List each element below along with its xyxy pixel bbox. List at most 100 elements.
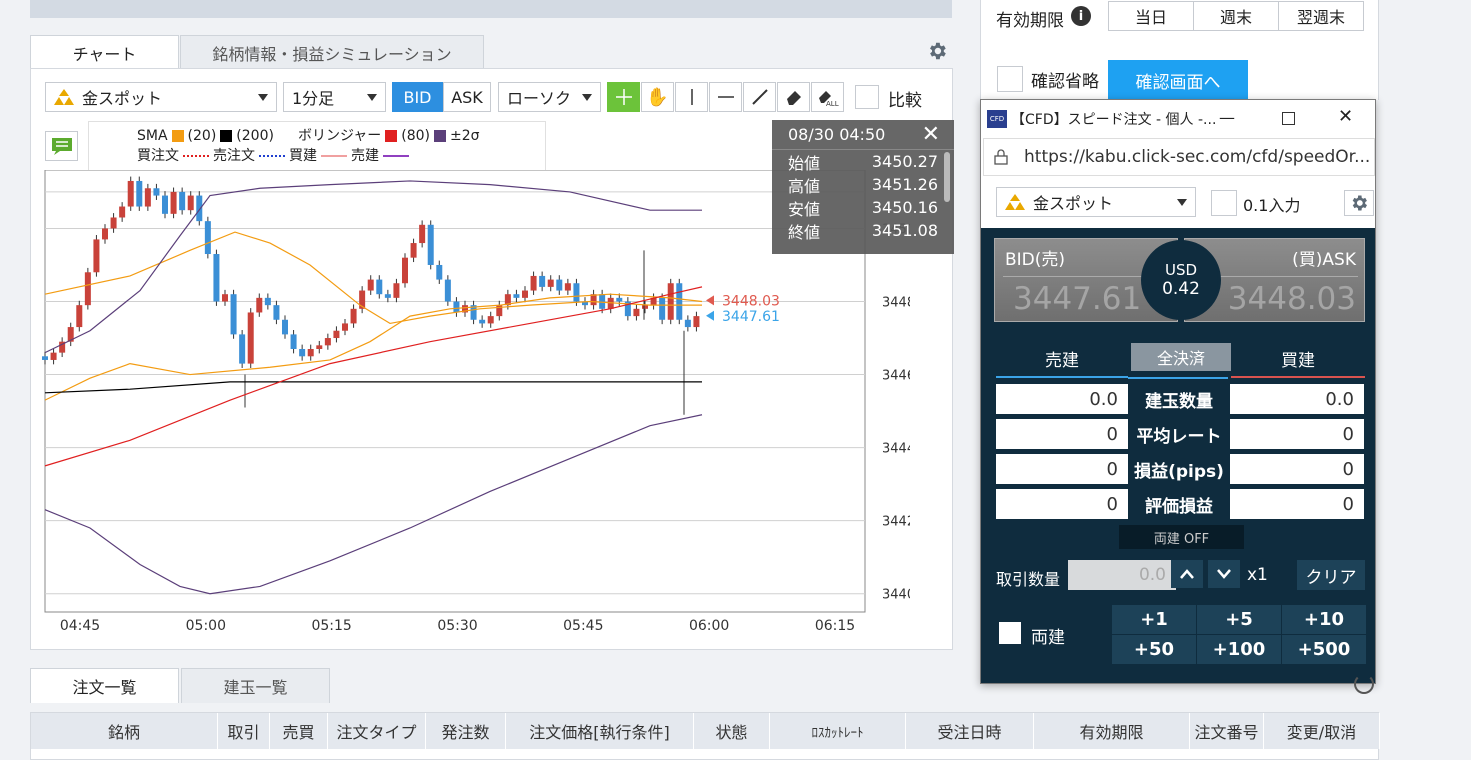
order-table: 銘柄 取引 売買 注文タイプ 発注数 注文価格[執行条件] 状態 ﾛｽｶｯﾄﾚｰﾄ 受注日時 有効… xyxy=(30,712,1380,760)
column-header[interactable]: 発注数 xyxy=(426,713,506,749)
quick-add-button[interactable]: +10 xyxy=(1281,604,1367,635)
symbol-select[interactable]: 金スポット xyxy=(45,82,277,112)
tab-position-list[interactable]: 建玉一覧 xyxy=(181,668,330,703)
input-01-checkbox[interactable] xyxy=(1211,190,1237,216)
erase-all-button[interactable]: ALL xyxy=(811,82,844,112)
candle-body xyxy=(264,297,271,306)
url-text: https://kabu.click-sec.com/cfd/speedOr..… xyxy=(1024,147,1371,167)
column-header[interactable]: 注文タイプ xyxy=(328,713,426,749)
quick-add-button[interactable]: +5 xyxy=(1196,604,1282,635)
high-value: 3451.26 xyxy=(871,175,938,194)
refresh-icon[interactable] xyxy=(1354,674,1374,694)
close-all-button[interactable]: 全決済 xyxy=(1131,343,1231,371)
maximize-icon[interactable] xyxy=(1282,112,1295,125)
chart-type-select[interactable]: ローソク xyxy=(498,82,601,112)
tab-symbol-info[interactable]: 銘柄情報・損益シミュレーション xyxy=(180,35,484,70)
clear-button[interactable]: クリア xyxy=(1297,560,1365,590)
candle-body xyxy=(307,348,314,357)
candle-body xyxy=(659,297,666,320)
quantity-up-button[interactable] xyxy=(1171,560,1203,588)
eraser-button[interactable] xyxy=(777,82,810,112)
close-icon[interactable]: ✕ xyxy=(922,122,940,147)
cfd-app-icon: CFD xyxy=(987,110,1007,128)
skip-confirm-checkbox[interactable] xyxy=(997,66,1023,92)
quick-add-button[interactable]: +500 xyxy=(1281,634,1367,665)
column-header[interactable]: 受注日時 xyxy=(906,713,1034,749)
tab-sell-position[interactable]: 売建 xyxy=(996,340,1128,378)
ask-price-label: 3448.03 xyxy=(722,293,780,309)
popup-symbol-select[interactable]: 金スポット xyxy=(996,187,1196,217)
candle-body xyxy=(453,301,460,313)
tab-chart[interactable]: チャート xyxy=(30,35,179,70)
minimize-icon[interactable]: — xyxy=(1219,108,1235,127)
legend-sma-long: (200) xyxy=(236,128,274,144)
quantity-down-button[interactable] xyxy=(1208,560,1240,588)
hedge-label: 両建 xyxy=(1031,628,1065,648)
column-header[interactable]: 変更/取消 xyxy=(1264,713,1380,749)
low-label: 安値 xyxy=(788,199,821,219)
column-header[interactable]: 注文価格[執行条件] xyxy=(506,713,694,749)
confirm-screen-button[interactable]: 確認画面へ xyxy=(1108,60,1248,100)
candle-body xyxy=(427,224,434,265)
quick-add-button[interactable]: +1 xyxy=(1111,604,1197,635)
x-tick-label: 06:15 xyxy=(815,618,855,634)
window-titlebar: CFD 【CFD】スピード注文 - 個人 -... — ✕ xyxy=(981,100,1375,138)
column-header[interactable]: 注文番号 xyxy=(1190,713,1264,749)
quantity-label: 取引数量 xyxy=(996,570,1061,589)
candle-body xyxy=(273,305,280,320)
candle-body xyxy=(479,319,486,324)
compare-checkbox[interactable] xyxy=(855,85,879,109)
tab-order-list[interactable]: 注文一覧 xyxy=(30,668,179,703)
expiry-next-weekend-button[interactable]: 翌週末 xyxy=(1278,1,1364,31)
column-header[interactable]: 状態 xyxy=(694,713,770,749)
timeframe-select[interactable]: 1分足 xyxy=(283,82,386,112)
popup-settings-button[interactable] xyxy=(1344,190,1374,216)
candle-body xyxy=(119,206,126,218)
row-label: 建玉数量 xyxy=(1145,391,1213,412)
candle-body xyxy=(42,356,48,360)
candle-body xyxy=(127,180,134,207)
comment-button[interactable] xyxy=(45,131,78,161)
vertical-line-button[interactable] xyxy=(675,82,708,112)
hand-tool-button[interactable]: ✋ xyxy=(641,82,674,112)
spread-value: 0.42 xyxy=(1162,279,1200,299)
close-window-icon[interactable]: ✕ xyxy=(1338,106,1353,127)
trend-line-button[interactable] xyxy=(743,82,776,112)
tooltip-scrollbar[interactable] xyxy=(944,152,950,202)
sell-quantity: 0.0 xyxy=(996,384,1128,414)
expiry-weekend-button[interactable]: 週末 xyxy=(1193,1,1279,31)
gear-icon[interactable] xyxy=(926,40,948,62)
y-tick-label: 3444.00 xyxy=(882,442,910,457)
quantity-input[interactable]: 0.0 xyxy=(1068,560,1176,590)
row-label: 損益(pips) xyxy=(1134,461,1224,482)
ask-button[interactable]: ASK xyxy=(443,82,491,112)
quick-add-button[interactable]: +100 xyxy=(1196,634,1282,665)
hedge-checkbox[interactable] xyxy=(999,622,1021,644)
quick-add-button[interactable]: +50 xyxy=(1111,634,1197,665)
column-header[interactable]: 有効期限 xyxy=(1034,713,1190,749)
horizontal-line-button[interactable] xyxy=(709,82,742,112)
crosshair-tool-button[interactable] xyxy=(607,82,640,112)
expiry-today-button[interactable]: 当日 xyxy=(1108,1,1194,31)
candle-body xyxy=(84,272,91,306)
info-icon[interactable]: i xyxy=(1071,6,1091,26)
legend-buy-order: 買注文 xyxy=(137,148,179,164)
candle-body xyxy=(564,283,571,291)
svg-text:ALL: ALL xyxy=(826,100,839,107)
column-header[interactable]: 売買 xyxy=(270,713,328,749)
chart-legend: SMA (20) (200) ボリンジャー (80) ±2σ 買注文 売注文 買… xyxy=(88,121,546,171)
chevron-down-icon xyxy=(1177,198,1187,206)
gold-bars-icon xyxy=(54,89,74,105)
y-tick-label: 3448.00 xyxy=(882,296,910,311)
bid-button[interactable]: BID xyxy=(392,82,443,112)
column-header[interactable]: 銘柄 xyxy=(31,713,218,749)
sma-long-swatch xyxy=(220,130,233,142)
address-bar[interactable]: https://kabu.click-sec.com/cfd/speedOr..… xyxy=(983,138,1375,176)
tab-buy-position[interactable]: 買建 xyxy=(1231,340,1365,378)
spread-currency: USD xyxy=(1164,261,1198,279)
spread-badge: USD 0.42 xyxy=(1141,240,1221,320)
x-tick-label: 05:15 xyxy=(311,618,351,634)
candle-body xyxy=(616,297,623,302)
column-header[interactable]: 取引 xyxy=(218,713,270,749)
column-header[interactable]: ﾛｽｶｯﾄﾚｰﾄ xyxy=(770,713,906,749)
